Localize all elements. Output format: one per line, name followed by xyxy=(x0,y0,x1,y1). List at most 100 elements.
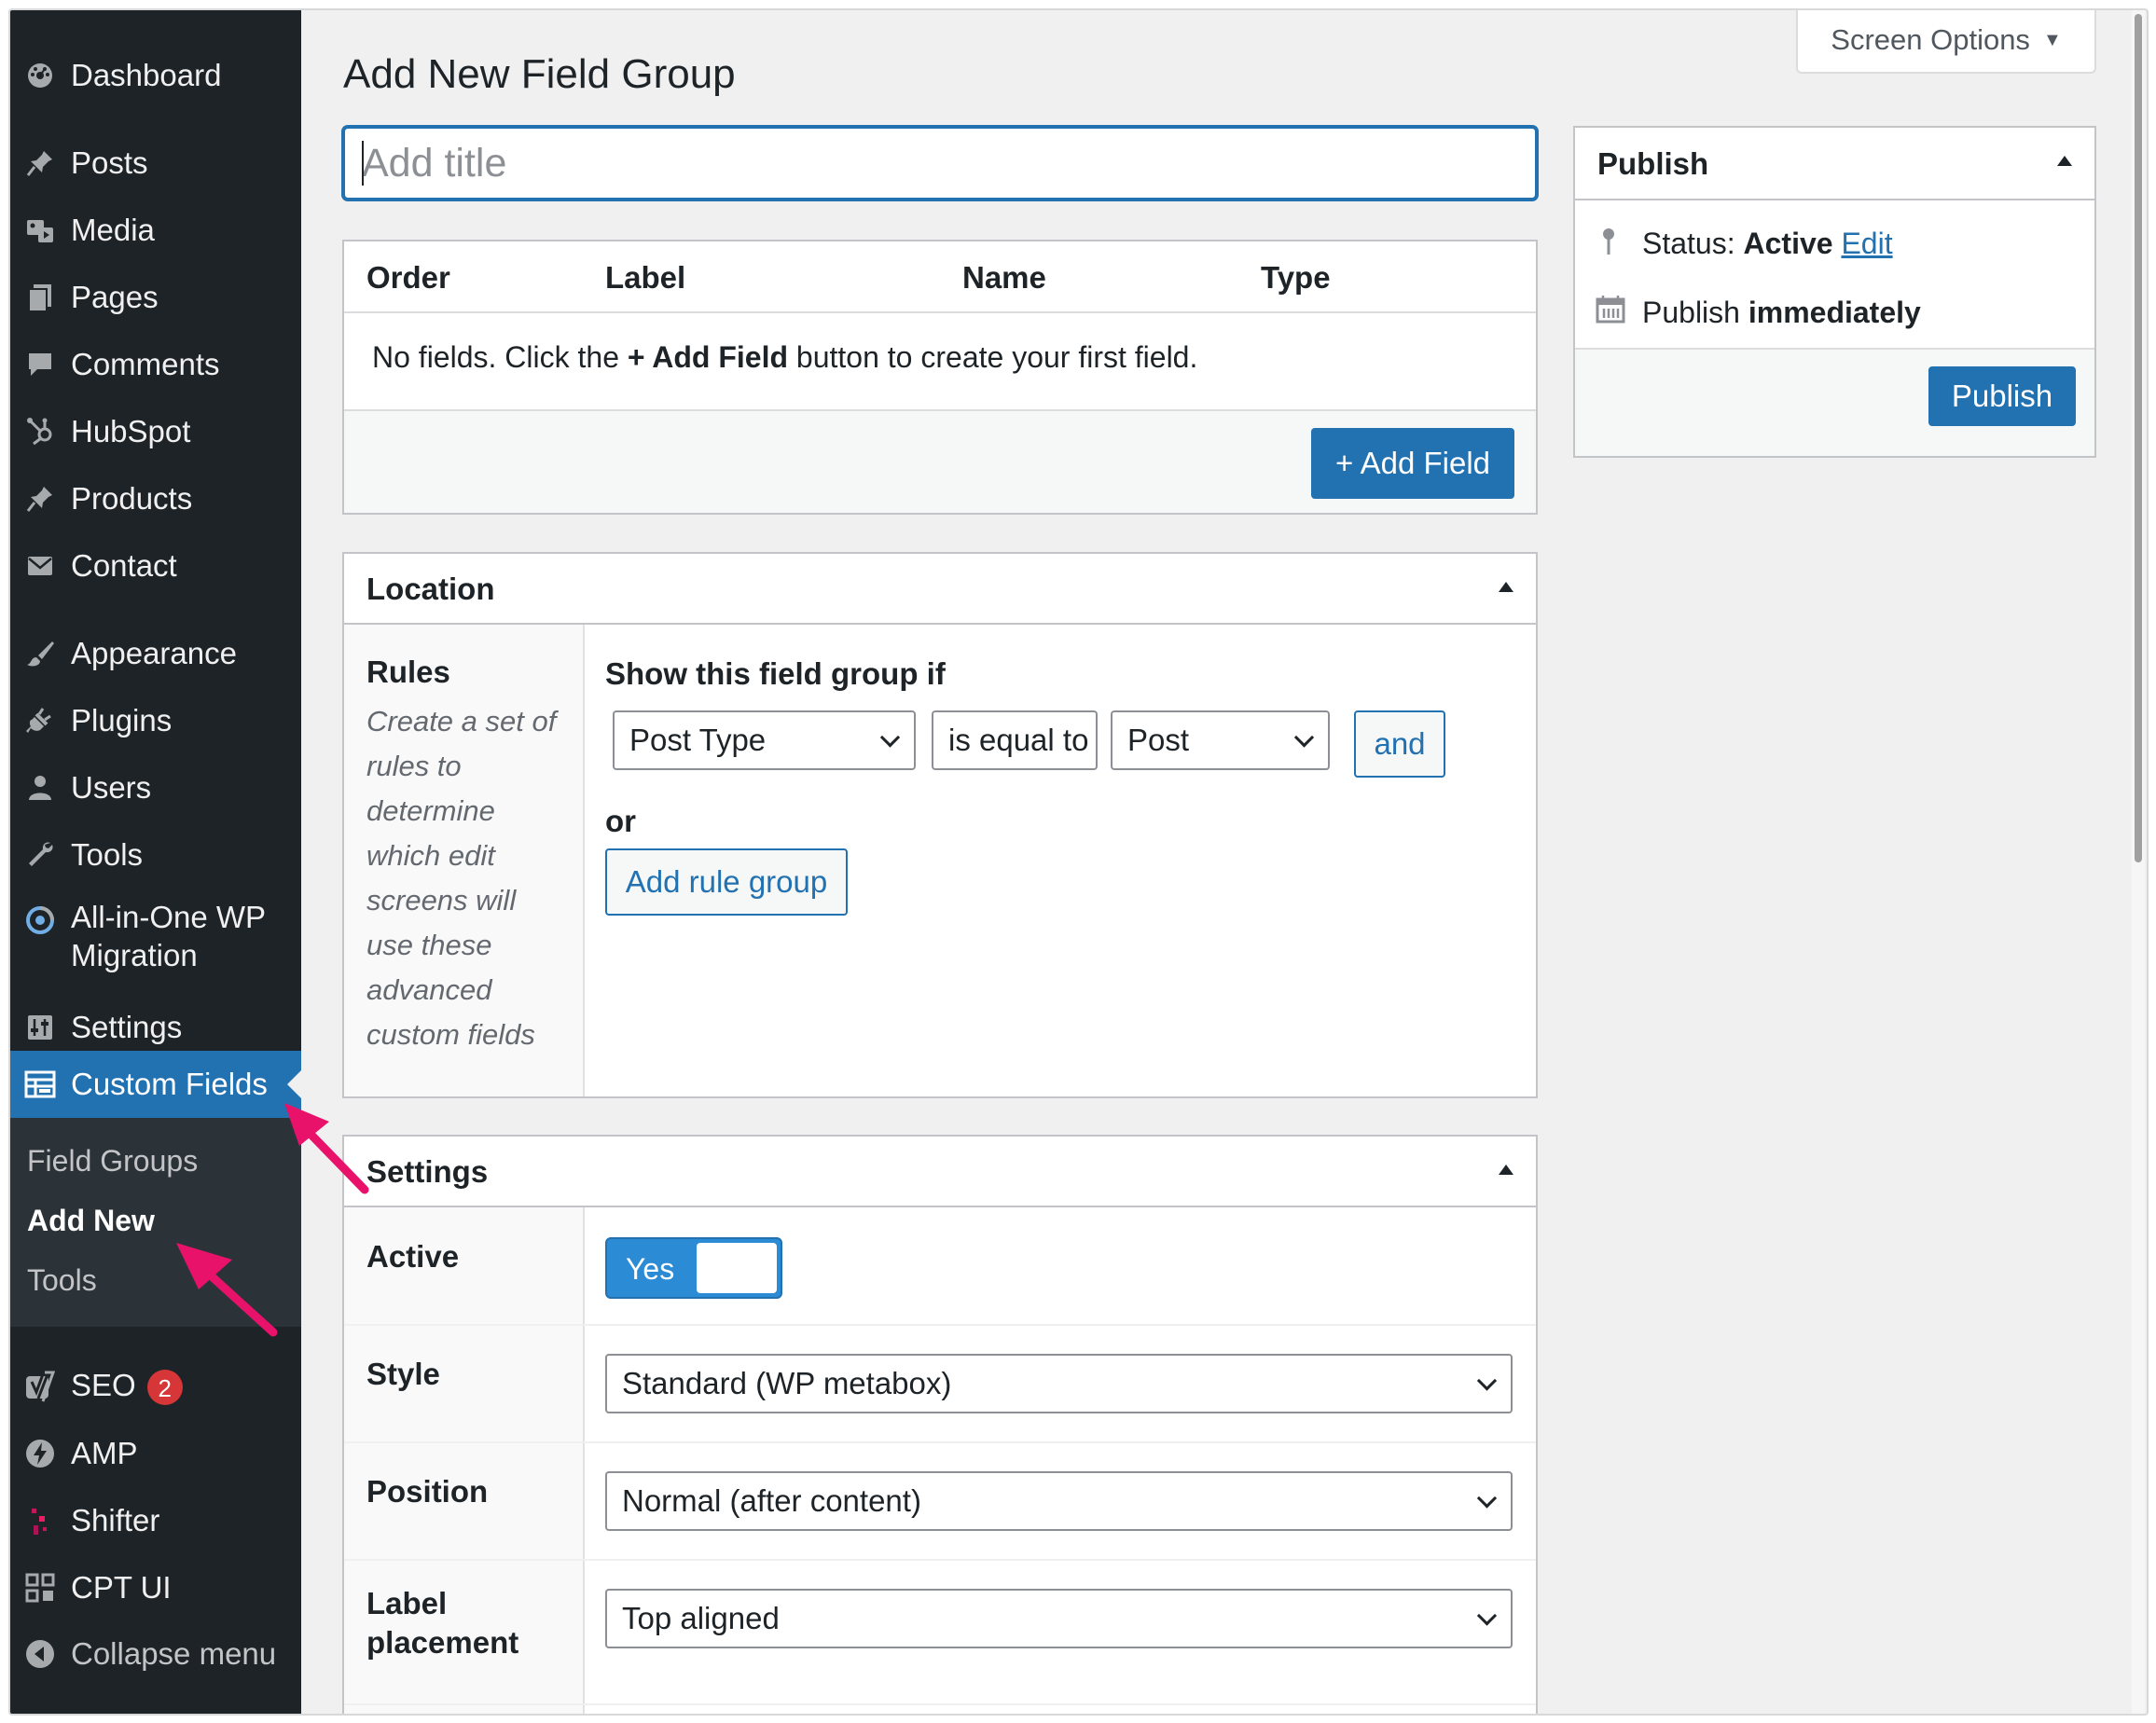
collapse-toggle-icon[interactable] xyxy=(1499,1165,1513,1175)
calendar-icon xyxy=(1596,294,1625,328)
row-divider xyxy=(344,1559,1536,1561)
sidebar-item-amp[interactable]: AMP xyxy=(10,1427,301,1480)
fields-table-header: Order Label Name Type xyxy=(344,241,1536,313)
title-input[interactable] xyxy=(342,126,1538,200)
mail-icon xyxy=(21,547,59,585)
sidebar-item-seo[interactable]: SEO 2 xyxy=(10,1360,301,1413)
rule-param-select[interactable]: Post Type xyxy=(613,710,916,770)
sidebar-item-label: Products xyxy=(71,481,193,516)
brush-icon xyxy=(21,635,59,672)
sidebar-item-tools[interactable]: Tools xyxy=(10,829,301,881)
rules-description: Create a set of rules to determine which… xyxy=(366,705,557,1051)
caret-down-icon: ▼ xyxy=(2042,29,2062,50)
sidebar-item-collapse-menu[interactable]: Collapse menu xyxy=(10,1628,301,1680)
toggle-knob xyxy=(697,1243,777,1293)
column-order: Order xyxy=(366,260,450,295)
fields-table: Order Label Name Type No fields. Click t… xyxy=(342,240,1538,515)
sidebar-item-label: Settings xyxy=(71,1010,183,1044)
publish-header[interactable]: Publish xyxy=(1575,128,2094,200)
sidebar-item-shifter[interactable]: Shifter xyxy=(10,1495,301,1547)
sidebar-item-cpt-ui[interactable]: CPT UI xyxy=(10,1562,301,1614)
yoast-icon xyxy=(21,1368,59,1405)
rule-value-text: Post xyxy=(1127,723,1190,757)
sidebar-item-custom-fields[interactable]: Custom Fields xyxy=(10,1051,301,1118)
notification-badge: 2 xyxy=(146,1370,183,1406)
row-divider xyxy=(344,1324,1536,1326)
row-divider xyxy=(344,1441,1536,1443)
chevron-down-icon xyxy=(1476,1488,1498,1509)
rules-label-column: Rules Create a set of rules to determine… xyxy=(344,625,585,1096)
rule-operator-value: is equal to xyxy=(948,723,1089,757)
pin-icon xyxy=(21,145,59,182)
style-select[interactable]: Standard (WP metabox) xyxy=(605,1354,1513,1413)
publish-box: Publish Status: Active Edit Publish imme… xyxy=(1573,126,2096,458)
vertical-scrollbar[interactable] xyxy=(2132,10,2145,1714)
grid-icon xyxy=(21,1569,59,1606)
migration-icon xyxy=(21,902,59,939)
sidebar-item-label: Tools xyxy=(71,837,144,872)
rule-operator-select[interactable]: is equal to xyxy=(932,710,1098,770)
wrench-icon xyxy=(21,836,59,874)
comment-icon xyxy=(21,346,59,383)
column-label: Label xyxy=(605,260,686,295)
add-field-button[interactable]: + Add Field xyxy=(1311,428,1514,499)
status-value: Active xyxy=(1743,227,1833,260)
sidebar-item-label: SEO 2 xyxy=(71,1368,183,1406)
toggle-yes-label: Yes xyxy=(626,1252,675,1286)
sidebar-item-posts[interactable]: Posts xyxy=(10,137,301,189)
sidebar-item-contact[interactable]: Contact xyxy=(10,540,301,592)
submenu-item-tools[interactable]: Tools xyxy=(27,1263,97,1298)
sidebar-item-media[interactable]: Media xyxy=(10,204,301,256)
rule-param-value: Post Type xyxy=(629,723,767,757)
user-icon xyxy=(21,769,59,806)
location-box: Location Rules Create a set of rules to … xyxy=(342,552,1538,1098)
sidebar-item-all-in-one-wp-migration[interactable]: All-in-One WP Migration xyxy=(10,898,301,976)
sidebar-item-hubspot[interactable]: HubSpot xyxy=(10,406,301,458)
or-label: or xyxy=(605,804,636,838)
dashboard-icon xyxy=(21,57,59,94)
scrollbar-thumb[interactable] xyxy=(2135,14,2142,862)
sidebar-item-dashboard[interactable]: Dashboard xyxy=(10,49,301,102)
position-select[interactable]: Normal (after content) xyxy=(605,1471,1513,1531)
label-placement-select[interactable]: Top aligned xyxy=(605,1589,1513,1648)
chevron-down-icon xyxy=(879,727,901,748)
status-edit-link[interactable]: Edit xyxy=(1841,227,1892,260)
active-toggle[interactable]: Yes xyxy=(605,1237,782,1299)
collapse-toggle-icon[interactable] xyxy=(1499,582,1513,592)
admin-sidebar: Dashboard Posts Media Pages Comments Hub… xyxy=(10,10,301,1714)
sidebar-item-products[interactable]: Products xyxy=(10,473,301,525)
sidebar-item-users[interactable]: Users xyxy=(10,762,301,814)
sidebar-item-label: Custom Fields xyxy=(71,1067,268,1101)
add-rule-group-button[interactable]: Add rule group xyxy=(605,848,848,916)
submenu-item-add-new[interactable]: Add New xyxy=(27,1204,155,1238)
no-fields-text: No fields. Click the xyxy=(372,340,628,374)
sidebar-item-appearance[interactable]: Appearance xyxy=(10,627,301,680)
annotation-arrow-icon xyxy=(284,1103,369,1194)
collapse-icon xyxy=(21,1635,59,1673)
rules-label: Rules xyxy=(366,655,450,689)
sidebar-item-label: Media xyxy=(71,213,155,247)
publish-button[interactable]: Publish xyxy=(1928,366,2076,426)
label-placement-label: Label placement xyxy=(366,1586,519,1660)
rule-value-select[interactable]: Post xyxy=(1111,710,1330,770)
sidebar-item-plugins[interactable]: Plugins xyxy=(10,695,301,747)
and-button[interactable]: and xyxy=(1354,710,1445,778)
collapse-toggle-icon[interactable] xyxy=(2057,156,2072,166)
sidebar-item-pages[interactable]: Pages xyxy=(10,271,301,324)
hubspot-icon xyxy=(21,413,59,450)
submenu-item-field-groups[interactable]: Field Groups xyxy=(27,1144,198,1179)
column-type: Type xyxy=(1261,260,1331,295)
status-prefix: Status: xyxy=(1642,227,1744,260)
position-label: Position xyxy=(366,1474,489,1509)
settings-header[interactable]: Settings xyxy=(344,1137,1536,1207)
sidebar-item-label: Posts xyxy=(71,145,148,180)
screen-options-button[interactable]: Screen Options ▼ xyxy=(1796,10,2096,74)
no-fields-message: No fields. Click the + Add Field button … xyxy=(372,340,1197,375)
settings-icon xyxy=(21,1009,59,1046)
active-label: Active xyxy=(366,1239,460,1274)
sidebar-item-settings[interactable]: Settings xyxy=(10,1001,301,1054)
publish-when-line: Publish immediately xyxy=(1642,296,1921,330)
sidebar-item-label: AMP xyxy=(71,1436,138,1470)
location-header[interactable]: Location xyxy=(344,554,1536,625)
sidebar-item-comments[interactable]: Comments xyxy=(10,338,301,391)
